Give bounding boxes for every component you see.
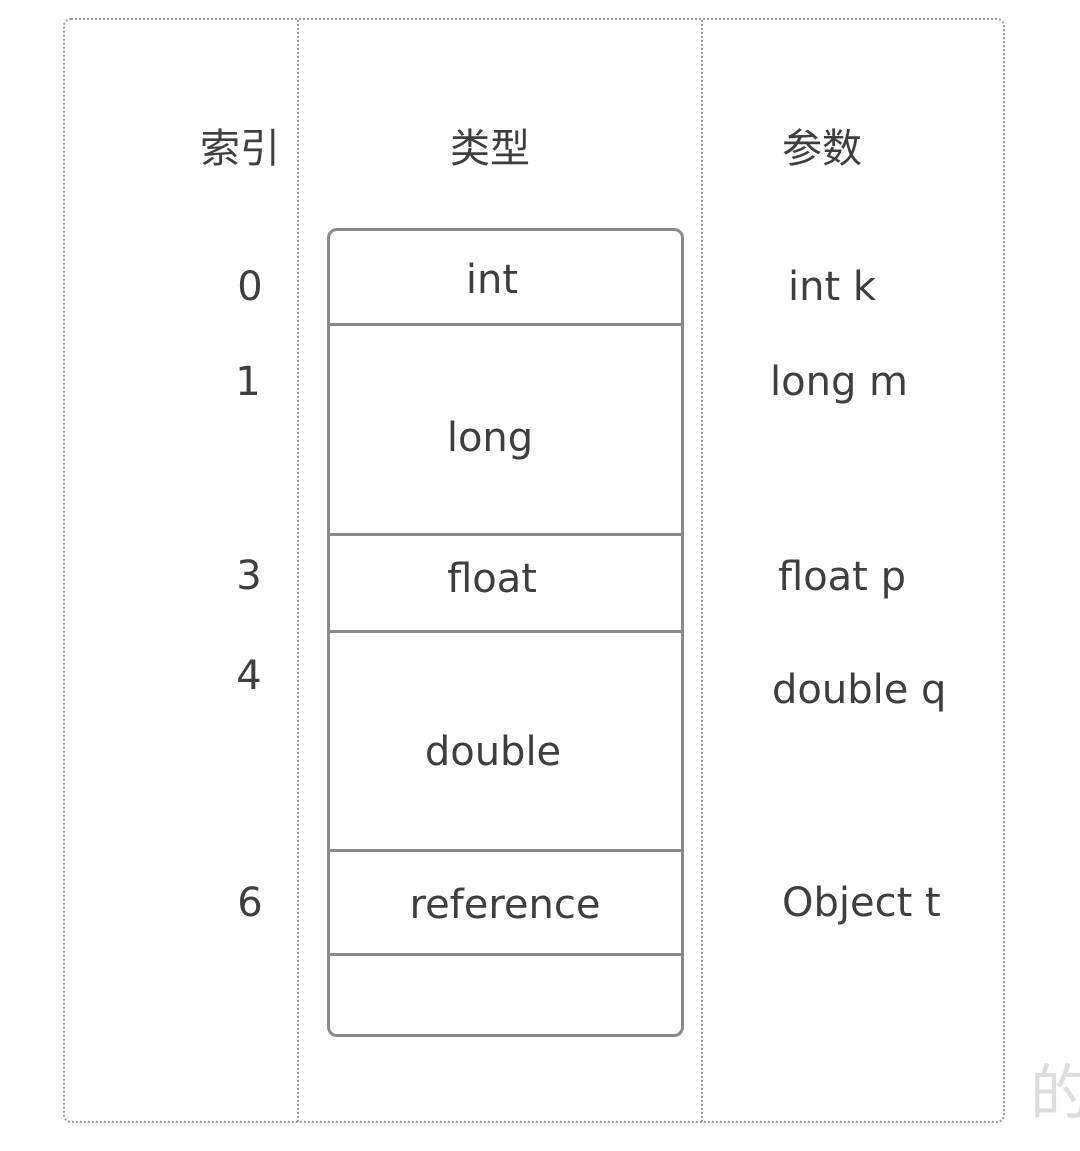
- header-params: 参数: [782, 126, 862, 172]
- slot-divider: [330, 630, 681, 633]
- slot-divider: [330, 533, 681, 536]
- column-divider-right: [701, 20, 703, 1122]
- slot-divider: [330, 323, 681, 326]
- watermark-logo: 的: [1030, 1059, 1080, 1129]
- slot-index: 0: [237, 264, 263, 310]
- slot-param: Object t: [782, 880, 941, 926]
- slot-type: reference: [409, 882, 601, 928]
- slot-type: int: [465, 257, 519, 303]
- slot-type: double: [424, 729, 562, 775]
- header-index: 索引: [200, 126, 280, 172]
- slot-param: int k: [788, 264, 877, 310]
- column-divider-left: [297, 20, 299, 1122]
- slot-param: float p: [778, 554, 906, 600]
- slot-divider: [330, 849, 681, 852]
- slot-index: 6: [237, 880, 263, 926]
- slot-index: 4: [236, 653, 262, 699]
- slot-divider: [330, 953, 681, 956]
- slot-index: 1: [235, 359, 261, 405]
- slot-param: long m: [770, 359, 909, 405]
- slot-index: 3: [236, 553, 262, 599]
- slot-param: double q: [772, 667, 947, 713]
- slot-type: float: [447, 556, 537, 602]
- slot-type: long: [446, 415, 534, 461]
- header-type: 类型: [450, 126, 530, 172]
